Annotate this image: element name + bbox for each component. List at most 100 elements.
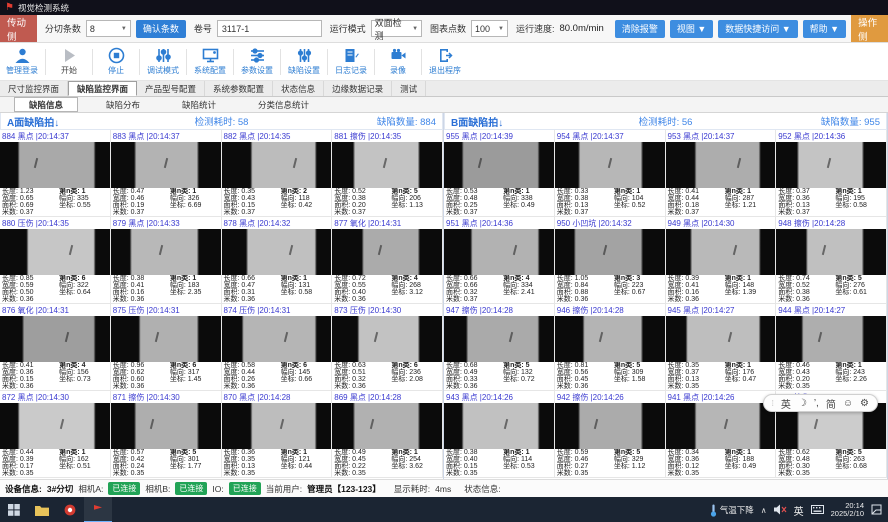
taskbar-app-explorer[interactable] xyxy=(28,497,56,522)
defect-cell[interactable]: 882 黑点 |20:14:35长度: 0.35宽度: 0.43面积: 0.15… xyxy=(222,130,333,217)
defect-cell[interactable]: 878 黑点 |20:14:32长度: 0.66宽度: 0.47面积: 0.31… xyxy=(222,217,333,304)
moon-icon[interactable]: ☽ xyxy=(798,398,807,409)
defect-image xyxy=(111,142,221,188)
tab-1[interactable]: 缺陷监控界面 xyxy=(68,81,137,96)
subtab-0[interactable]: 缺陷信息 xyxy=(14,97,78,112)
defect-cell[interactable]: 869 黑点 |20:14:28长度: 0.49宽度: 0.45面积: 0.22… xyxy=(332,391,443,478)
toolbar-button-defect[interactable]: 缺陷设置 xyxy=(284,47,324,76)
tab-0[interactable]: 尺寸监控界面 xyxy=(0,81,68,96)
taskbar-app-inspection[interactable] xyxy=(84,497,112,522)
split-count-select[interactable]: 8▼ xyxy=(86,20,131,37)
defect-cell[interactable]: 948 擦伤 |20:14:28长度: 0.74宽度: 0.52面积: 0.38… xyxy=(776,217,887,304)
tab-2[interactable]: 产品型号配置 xyxy=(137,81,205,96)
help-menu-button[interactable]: 帮助 ▼ xyxy=(803,20,846,38)
panel-title[interactable]: B面缺陷拍↓ xyxy=(451,114,594,129)
operator-side-tag[interactable]: 操作侧 xyxy=(851,15,888,42)
tab-6[interactable]: 测试 xyxy=(392,81,426,96)
defect-cell-header: 875 压伤 |20:14:31 xyxy=(111,304,221,316)
metric: 米数: 0.36 xyxy=(113,297,170,304)
run-mode-select[interactable]: 双面检测▼ xyxy=(371,20,422,37)
view-menu-button[interactable]: 视图 ▼ xyxy=(670,20,713,38)
defect-cell[interactable]: 870 黑点 |20:14:28长度: 0.36宽度: 0.35面积: 0.13… xyxy=(222,391,333,478)
defect-cell[interactable]: 884 黑点 |20:14:37长度: 1.23宽度: 0.65面积: 0.69… xyxy=(0,130,111,217)
defect-cell[interactable]: 872 黑点 |20:14:30长度: 0.44宽度: 0.39面积: 0.17… xyxy=(0,391,111,478)
toolbar-button-stop[interactable]: 停止 xyxy=(96,47,136,76)
ime-drag-handle[interactable]: ⁞ xyxy=(772,399,774,408)
defect-cell-header: 945 黑点 |20:14:27 xyxy=(666,304,776,316)
toolbar-button-exit[interactable]: 退出程序 xyxy=(425,47,465,76)
drive-side-tag[interactable]: 传动侧 xyxy=(0,15,37,42)
start-button[interactable] xyxy=(0,497,28,522)
exit-icon xyxy=(437,47,454,64)
toolbar-button-debug[interactable]: 调试模式 xyxy=(143,47,183,76)
clear-alarm-button[interactable]: 清除报警 xyxy=(615,20,665,38)
status-bar: 设备信息: 3#分切 相机A: 已连接 相机B: 已连接 IO: 已连接 当前用… xyxy=(0,479,888,497)
defect-cell[interactable]: 874 压伤 |20:14:31长度: 0.58宽度: 0.44面积: 0.26… xyxy=(222,304,333,391)
toolbar-button-play[interactable]: 开始 xyxy=(49,47,89,76)
defect-cell[interactable]: 955 黑点 |20:14:39长度: 0.53宽度: 0.48面积: 0.25… xyxy=(444,130,555,217)
defect-cell[interactable]: 876 氧化 |20:14:31长度: 0.41宽度: 0.36面积: 0.15… xyxy=(0,304,111,391)
defect-cell[interactable]: 880 压伤 |20:14:35长度: 0.85宽度: 0.59面积: 0.50… xyxy=(0,217,111,304)
defect-cell[interactable]: 944 黑点 |20:14:27长度: 0.46宽度: 0.43面积: 0.20… xyxy=(776,304,887,391)
toolbar-button-system[interactable]: 系统配置 xyxy=(190,47,230,76)
defect-cell[interactable]: 881 擦伤 |20:14:35长度: 0.52宽度: 0.38面积: 0.20… xyxy=(332,130,443,217)
defect-cell-header: 949 黑点 |20:14:30 xyxy=(666,217,776,229)
toolbar-separator xyxy=(280,49,281,75)
subtab-1[interactable]: 缺陷分布 xyxy=(92,97,154,112)
defect-cell[interactable]: 953 黑点 |20:14:37长度: 0.41宽度: 0.44面积: 0.18… xyxy=(666,130,777,217)
defect-cell[interactable]: 952 黑点 |20:14:36长度: 0.37宽度: 0.36面积: 0.13… xyxy=(776,130,887,217)
toolbar-button-user[interactable]: 管理登录 xyxy=(2,47,42,76)
defect-cell[interactable]: 951 黑点 |20:14:36长度: 0.66宽度: 0.66面积: 0.32… xyxy=(444,217,555,304)
taskbar-language-indicator[interactable]: 英 xyxy=(794,503,804,518)
panel-header: A面缺陷拍↓检测耗时: 58缺陷数量: 884 xyxy=(0,113,443,130)
confirm-count-button[interactable]: 确认条数 xyxy=(136,20,186,38)
touch-keyboard-icon[interactable] xyxy=(811,505,824,516)
toolbar-button-params[interactable]: 参数设置 xyxy=(237,47,277,76)
defect-cell[interactable]: 945 黑点 |20:14:27长度: 0.35宽度: 0.37面积: 0.13… xyxy=(666,304,777,391)
taskbar-clock[interactable]: 20:14 2025/2/10 xyxy=(831,502,864,519)
defect-cell-header: 944 黑点 |20:14:27 xyxy=(776,304,886,316)
defect-image xyxy=(222,316,332,362)
toolbar-button-record[interactable]: 录像 xyxy=(378,47,418,76)
defect-cell[interactable]: 875 压伤 |20:14:31长度: 0.96宽度: 0.62面积: 0.60… xyxy=(111,304,222,391)
defect-cell[interactable]: 949 黑点 |20:14:30长度: 0.39宽度: 0.41面积: 0.16… xyxy=(666,217,777,304)
panel-title[interactable]: A面缺陷拍↓ xyxy=(7,114,150,129)
tab-3[interactable]: 系统参数配置 xyxy=(205,81,273,96)
toolbar-button-label: 缺陷设置 xyxy=(288,65,320,76)
weather-tray-item[interactable]: 气温下降 xyxy=(710,504,754,517)
defect-cell-header: 871 擦伤 |20:14:30 xyxy=(111,391,221,403)
defect-cell[interactable]: 946 擦伤 |20:14:28长度: 0.81宽度: 0.56面积: 0.45… xyxy=(555,304,666,391)
defect-cell[interactable]: 943 黑点 |20:14:26长度: 0.38宽度: 0.40面积: 0.15… xyxy=(444,391,555,478)
defect-cell-header: 941 黑点 |20:14:26 xyxy=(666,391,776,403)
defect-mark xyxy=(60,419,64,429)
defect-image xyxy=(555,316,665,362)
notification-center-icon[interactable] xyxy=(871,504,882,517)
subtab-3[interactable]: 分类信息统计 xyxy=(244,97,323,112)
punctuation-icon[interactable]: ’, xyxy=(814,398,819,409)
defect-cell[interactable]: 941 黑点 |20:14:26长度: 0.34宽度: 0.36面积: 0.12… xyxy=(666,391,777,478)
defect-cell[interactable]: 877 氧化 |20:14:31长度: 0.72宽度: 0.55面积: 0.40… xyxy=(332,217,443,304)
data-access-menu-button[interactable]: 数据快捷访问 ▼ xyxy=(718,20,797,38)
defect-cell[interactable]: 883 黑点 |20:14:37长度: 0.47宽度: 0.46面积: 0.19… xyxy=(111,130,222,217)
defect-cell[interactable]: 871 擦伤 |20:14:30长度: 0.57宽度: 0.42面积: 0.24… xyxy=(111,391,222,478)
chart-points-select[interactable]: 100▼ xyxy=(471,20,508,37)
defect-cell[interactable]: 950 小凹坑 |20:14:32长度: 1.05宽度: 0.84面积: 0.8… xyxy=(555,217,666,304)
input-simplified[interactable]: 简 xyxy=(826,396,836,411)
emoji-icon[interactable]: ☺ xyxy=(843,398,853,409)
defect-cell[interactable]: 947 擦伤 |20:14:28长度: 0.68宽度: 0.49面积: 0.33… xyxy=(444,304,555,391)
cell-metrics-left: 长度: 1.05宽度: 0.84面积: 0.88米数: 0.36 xyxy=(557,276,614,304)
defect-cell[interactable]: 942 擦伤 |20:14:26长度: 0.59宽度: 0.46面积: 0.27… xyxy=(555,391,666,478)
defect-cell[interactable]: 879 黑点 |20:14:33长度: 0.38宽度: 0.41面积: 0.16… xyxy=(111,217,222,304)
volume-icon[interactable] xyxy=(774,504,787,517)
toolbar-button-log[interactable]: 日志记录 xyxy=(331,47,371,76)
subtab-2[interactable]: 缺陷统计 xyxy=(168,97,230,112)
settings-icon[interactable]: ⚙ xyxy=(860,398,869,409)
coil-number-input[interactable]: 3117-1 xyxy=(217,20,322,37)
tray-expand-arrow[interactable]: ∧ xyxy=(761,506,767,515)
tab-5[interactable]: 边缘数据记录 xyxy=(324,81,392,96)
taskbar-app-secondary[interactable] xyxy=(56,497,84,522)
defect-cell[interactable]: 873 压伤 |20:14:30长度: 0.63宽度: 0.51面积: 0.32… xyxy=(332,304,443,391)
defect-cell[interactable]: 954 黑点 |20:14:37长度: 0.33宽度: 0.38面积: 0.13… xyxy=(555,130,666,217)
input-en[interactable]: 英 xyxy=(781,396,791,411)
tab-4[interactable]: 状态信息 xyxy=(273,81,324,96)
